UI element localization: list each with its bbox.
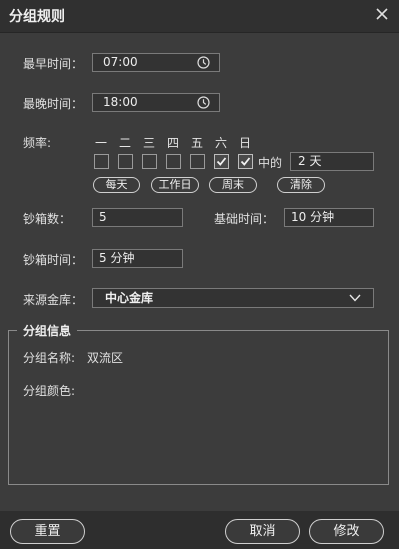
latest-time-value: 18:00 bbox=[103, 95, 138, 109]
day-label-thu: 四 bbox=[166, 136, 179, 150]
day-label-wed: 三 bbox=[142, 136, 155, 150]
cancel-button[interactable]: 取消 bbox=[225, 519, 300, 544]
day-label-sun: 日 bbox=[238, 136, 251, 150]
box-time-input[interactable]: 5 分钟 bbox=[92, 249, 183, 268]
reset-button[interactable]: 重置 bbox=[10, 519, 85, 544]
chevron-down-icon bbox=[349, 294, 361, 302]
source-vault-label: 来源金库： bbox=[23, 293, 84, 307]
checkmark-icon bbox=[240, 157, 251, 166]
day-checkbox-fri[interactable] bbox=[190, 154, 205, 169]
day-label-sat: 六 bbox=[214, 136, 227, 150]
day-checkbox-sat[interactable] bbox=[214, 154, 229, 169]
box-count-label: 钞箱数： bbox=[23, 212, 72, 226]
title-bar: 分组规则 bbox=[0, 0, 399, 33]
preset-everyday-button[interactable]: 每天 bbox=[93, 177, 140, 193]
frequency-label: 频率: bbox=[23, 136, 52, 150]
day-label-fri: 五 bbox=[190, 136, 203, 150]
latest-time-field[interactable]: 18:00 bbox=[92, 93, 220, 112]
preset-workday-button[interactable]: 工作日 bbox=[151, 177, 199, 193]
day-checkbox-mon[interactable] bbox=[94, 154, 109, 169]
group-name-value: 双流区 bbox=[87, 351, 124, 365]
group-info-panel: 分组信息 bbox=[8, 322, 389, 485]
day-checkbox-wed[interactable] bbox=[142, 154, 157, 169]
checkmark-icon bbox=[216, 157, 227, 166]
group-name-label: 分组名称: bbox=[23, 351, 76, 365]
days-count-input[interactable]: 2 天 bbox=[290, 152, 374, 171]
earliest-time-field[interactable]: 07:00 bbox=[92, 53, 220, 72]
day-checkbox-thu[interactable] bbox=[166, 154, 181, 169]
group-info-legend: 分组信息 bbox=[23, 324, 72, 338]
latest-time-label: 最晚时间： bbox=[23, 97, 84, 111]
modify-button[interactable]: 修改 bbox=[309, 519, 384, 544]
preset-clear-button[interactable]: 清除 bbox=[277, 177, 325, 193]
of-label: 中的 bbox=[258, 156, 283, 170]
source-vault-select[interactable]: 中心金库 bbox=[92, 288, 374, 308]
day-checkbox-sun[interactable] bbox=[238, 154, 253, 169]
earliest-time-label: 最早时间： bbox=[23, 57, 84, 71]
day-label-mon: 一 bbox=[94, 136, 107, 150]
box-time-label: 钞箱时间： bbox=[23, 253, 84, 267]
close-icon[interactable] bbox=[373, 5, 391, 23]
group-color-label: 分组颜色: bbox=[23, 384, 76, 398]
base-time-input[interactable]: 10 分钟 bbox=[284, 208, 374, 227]
clock-icon[interactable] bbox=[197, 56, 210, 69]
box-count-input[interactable]: 5 bbox=[92, 208, 183, 227]
preset-weekend-button[interactable]: 周末 bbox=[209, 177, 257, 193]
clock-icon[interactable] bbox=[197, 96, 210, 109]
dialog-title: 分组规则 bbox=[9, 9, 65, 25]
base-time-label: 基础时间： bbox=[214, 212, 275, 226]
day-checkbox-tue[interactable] bbox=[118, 154, 133, 169]
day-label-tue: 二 bbox=[118, 136, 131, 150]
source-vault-value: 中心金库 bbox=[105, 291, 154, 305]
earliest-time-value: 07:00 bbox=[103, 55, 138, 69]
